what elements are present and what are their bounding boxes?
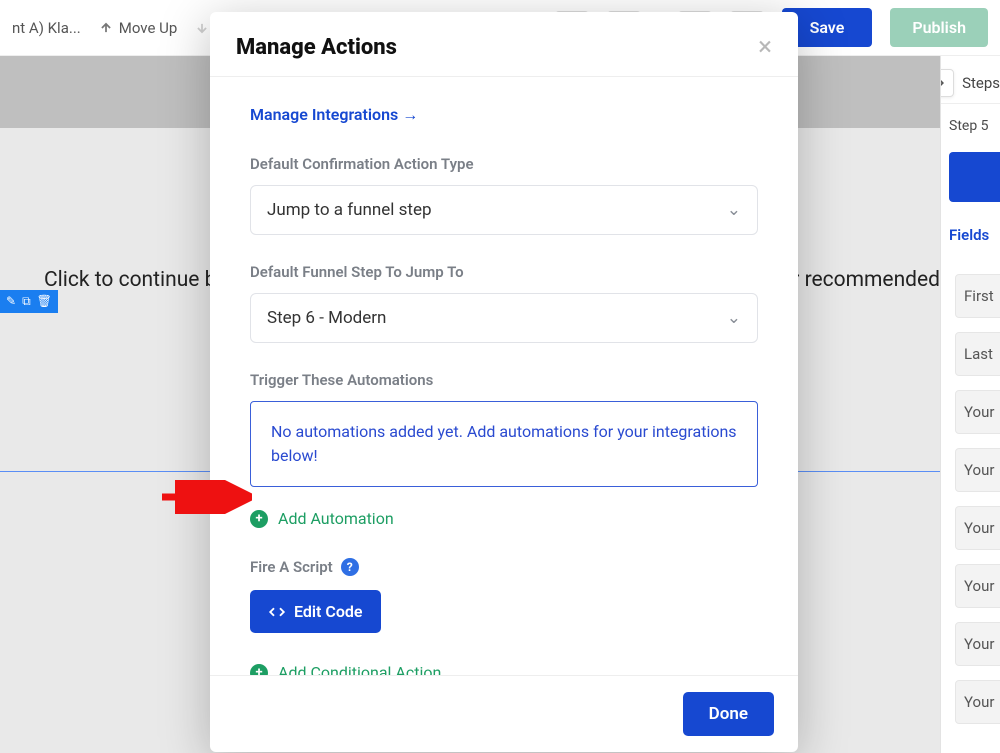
code-icon bbox=[268, 603, 286, 621]
modal-footer: Done bbox=[210, 675, 798, 752]
jump-step-value: Step 6 - Modern bbox=[267, 308, 386, 328]
fire-script-label: Fire A Script bbox=[250, 558, 333, 576]
close-icon[interactable]: × bbox=[758, 34, 772, 60]
add-automation-button[interactable]: + Add Automation bbox=[250, 509, 758, 528]
done-button[interactable]: Done bbox=[683, 692, 774, 736]
trigger-automations-label: Trigger These Automations bbox=[250, 371, 758, 389]
confirmation-type-label: Default Confirmation Action Type bbox=[250, 155, 758, 173]
confirmation-type-value: Jump to a funnel step bbox=[267, 200, 432, 220]
manage-integrations-link[interactable]: Manage Integrations → bbox=[250, 105, 418, 125]
chevron-down-icon: ⌄ bbox=[727, 200, 741, 220]
add-automation-label: Add Automation bbox=[278, 509, 394, 528]
jump-step-label: Default Funnel Step To Jump To bbox=[250, 263, 758, 281]
empty-automations-notice: No automations added yet. Add automation… bbox=[250, 401, 758, 487]
modal-body: Manage Integrations → Default Confirmati… bbox=[210, 77, 798, 675]
add-conditional-action-button[interactable]: + Add Conditional Action bbox=[250, 663, 758, 675]
plus-circle-icon: + bbox=[250, 510, 268, 528]
add-conditional-label: Add Conditional Action bbox=[278, 663, 441, 675]
edit-code-label: Edit Code bbox=[294, 602, 363, 621]
help-icon[interactable]: ? bbox=[341, 558, 359, 576]
jump-step-select[interactable]: Step 6 - Modern ⌄ bbox=[250, 293, 758, 343]
edit-code-button[interactable]: Edit Code bbox=[250, 590, 381, 633]
manage-actions-modal: Manage Actions × Manage Integrations → D… bbox=[210, 12, 798, 752]
modal-overlay: Manage Actions × Manage Integrations → D… bbox=[0, 0, 1000, 753]
modal-title: Manage Actions bbox=[236, 35, 397, 60]
modal-header: Manage Actions × bbox=[210, 12, 798, 77]
chevron-down-icon: ⌄ bbox=[727, 308, 741, 328]
confirmation-type-select[interactable]: Jump to a funnel step ⌄ bbox=[250, 185, 758, 235]
plus-circle-icon: + bbox=[250, 664, 268, 676]
